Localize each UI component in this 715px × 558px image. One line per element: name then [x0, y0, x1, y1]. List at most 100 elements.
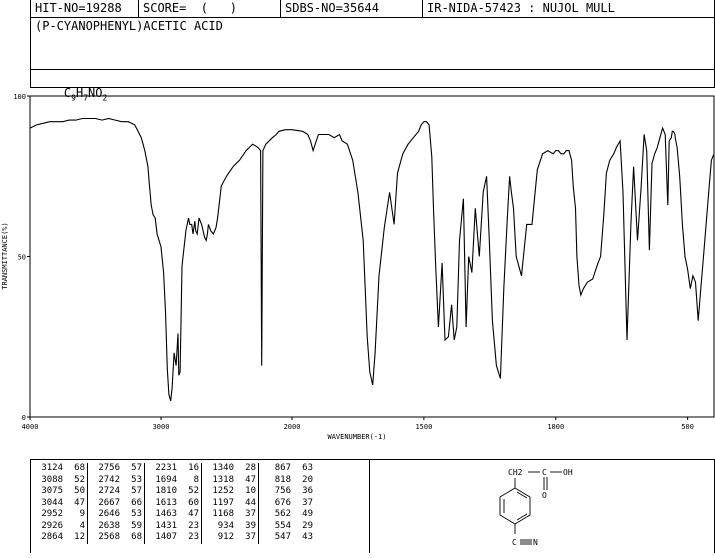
- label-ch2: CH2: [508, 468, 523, 477]
- peak-transmittance: 28: [236, 463, 259, 475]
- label-oh: OH: [563, 468, 573, 477]
- score: SCORE= ( ): [139, 0, 281, 17]
- x-tick-label: 4000: [22, 423, 39, 431]
- peak-wavenumber: 1318: [212, 474, 234, 485]
- peak-transmittance: 39: [236, 520, 259, 532]
- peak-wavenumber: 547: [274, 532, 291, 543]
- peak-transmittance: 16: [179, 463, 202, 475]
- peak-wavenumber: 1431: [155, 520, 177, 531]
- ring-double-bond-2: [516, 491, 528, 499]
- y-tick-label: 0: [22, 414, 26, 422]
- label-n: N: [533, 538, 538, 547]
- peak-wavenumber: 2231: [155, 463, 177, 474]
- spectrum-line: [29, 117, 715, 402]
- ir-spectrum-chart: 100500 4000 3000 2000 1500 1000 500 WAVENUMBE…: [1, 93, 715, 441]
- peak-transmittance: 60: [179, 497, 202, 509]
- peak-transmittance: 68: [122, 532, 145, 544]
- peak-wavenumber: 1197: [212, 497, 234, 508]
- peak-wavenumber: 1407: [155, 532, 177, 543]
- peak-wavenumber: 1252: [212, 486, 234, 497]
- compound-panel: (P-CYANOPHENYL)ACETIC ACID C9H7NO2: [30, 17, 715, 102]
- hit-number: HIT-NO=19288: [31, 0, 139, 17]
- peak-wavenumber: 756: [274, 486, 291, 497]
- peak-wavenumber: 912: [217, 532, 234, 543]
- peak-wavenumber: 2756: [98, 463, 120, 474]
- peak-wavenumber: 1694: [155, 474, 177, 485]
- peak-transmittance: 37: [236, 532, 259, 544]
- peak-transmittance: 44: [236, 497, 259, 509]
- peak-transmittance: 20: [302, 474, 313, 485]
- peak-wavenumber: 2568: [98, 532, 120, 543]
- peak-wavenumber: 934: [217, 520, 234, 531]
- peak-transmittance: 68: [65, 463, 88, 475]
- peak-wavenumber: 562: [274, 509, 291, 520]
- y-axis-ticks: 100 50 0: [13, 93, 30, 422]
- peak-wavenumber: 1463: [155, 509, 177, 520]
- plot-frame: [29, 95, 715, 418]
- label-c-carbonyl: C: [542, 468, 547, 477]
- peak-transmittance: 50: [65, 486, 88, 498]
- peak-wavenumber: 676: [274, 497, 291, 508]
- x-axis-label: WAVENUMBER(-1): [327, 433, 386, 441]
- peak-wavenumber: 2646: [98, 509, 120, 520]
- peak-wavenumber: 2667: [98, 497, 120, 508]
- formula-divider: [31, 69, 714, 70]
- ring-double-bond-3: [516, 513, 528, 521]
- peak-transmittance: 66: [122, 497, 145, 509]
- peak-transmittance: 4: [65, 520, 88, 532]
- peak-transmittance: 52: [65, 474, 88, 486]
- table-row: 3088 52 2742 53 1694 8 1318 47 818 20: [31, 474, 315, 486]
- peak-wavenumber: 867: [274, 463, 291, 474]
- sdbs-number: SDBS-NO=35644: [281, 0, 423, 17]
- peak-transmittance: 53: [122, 474, 145, 486]
- peak-wavenumber: 2742: [98, 474, 120, 485]
- peak-transmittance: 63: [302, 463, 313, 474]
- header-bar: HIT-NO=19288 SCORE= ( ) SDBS-NO=35644 IR…: [30, 0, 715, 18]
- peak-transmittance: 29: [302, 520, 313, 531]
- peak-wavenumber: 818: [274, 474, 291, 485]
- peak-transmittance: 12: [65, 532, 88, 544]
- label-c-nitrile: C: [512, 538, 517, 547]
- peak-transmittance: 23: [179, 532, 202, 544]
- peak-table-panel: 3124 68 2756 57 2231 16 1340 28 867 63 3088 52 2742 5…: [30, 459, 370, 553]
- peak-wavenumber: 3075: [41, 486, 63, 497]
- peak-transmittance: 9: [65, 509, 88, 521]
- peak-transmittance: 37: [236, 509, 259, 521]
- peak-transmittance: 47: [65, 497, 88, 509]
- peak-wavenumber: 2638: [98, 520, 120, 531]
- peak-wavenumber: 3124: [41, 463, 63, 474]
- peak-wavenumber: 1168: [212, 509, 234, 520]
- x-tick-label: 500: [681, 423, 694, 431]
- peak-wavenumber: 2926: [41, 520, 63, 531]
- peak-transmittance: 53: [122, 509, 145, 521]
- peak-wavenumber: 2952: [41, 509, 63, 520]
- x-tick-label: 2000: [284, 423, 301, 431]
- peak-wavenumber: 2864: [41, 532, 63, 543]
- table-row: 2952 9 2646 53 1463 47 1168 37 562 49: [31, 509, 315, 521]
- peak-transmittance: 57: [122, 463, 145, 475]
- y-axis-label: TRANSMITTANCE(%): [1, 222, 9, 289]
- y-tick-label: 50: [18, 254, 26, 262]
- benzene-ring: [499, 487, 531, 525]
- peak-wavenumber: 1810: [155, 486, 177, 497]
- x-tick-label: 1000: [547, 423, 564, 431]
- table-row: 2926 4 2638 59 1431 23 934 39 554 29: [31, 520, 315, 532]
- table-row: 3044 47 2667 66 1613 60 1197 44 676 37: [31, 497, 315, 509]
- peak-wavenumber: 2724: [98, 486, 120, 497]
- ir-info: IR-NIDA-57423 : NUJOL MULL: [427, 1, 615, 15]
- peak-wavenumber: 1613: [155, 497, 177, 508]
- peak-transmittance: 49: [302, 509, 313, 520]
- table-row: 3124 68 2756 57 2231 16 1340 28 867 63: [31, 463, 315, 475]
- molecule-structure: CH2 C OH O C N: [499, 468, 573, 547]
- table-row: 2864 12 2568 68 1407 23 912 37 547 43: [31, 532, 315, 544]
- peak-transmittance: 57: [122, 486, 145, 498]
- peak-table: 3124 68 2756 57 2231 16 1340 28 867 63 3088 52 2742 5…: [31, 463, 315, 544]
- label-o: O: [542, 491, 547, 500]
- peak-transmittance: 47: [236, 474, 259, 486]
- peak-transmittance: 43: [302, 532, 313, 543]
- peak-transmittance: 59: [122, 520, 145, 532]
- peak-transmittance: 23: [179, 520, 202, 532]
- compound-name: (P-CYANOPHENYL)ACETIC ACID: [35, 19, 223, 33]
- x-tick-label: 3000: [153, 423, 170, 431]
- peak-transmittance: 52: [179, 486, 202, 498]
